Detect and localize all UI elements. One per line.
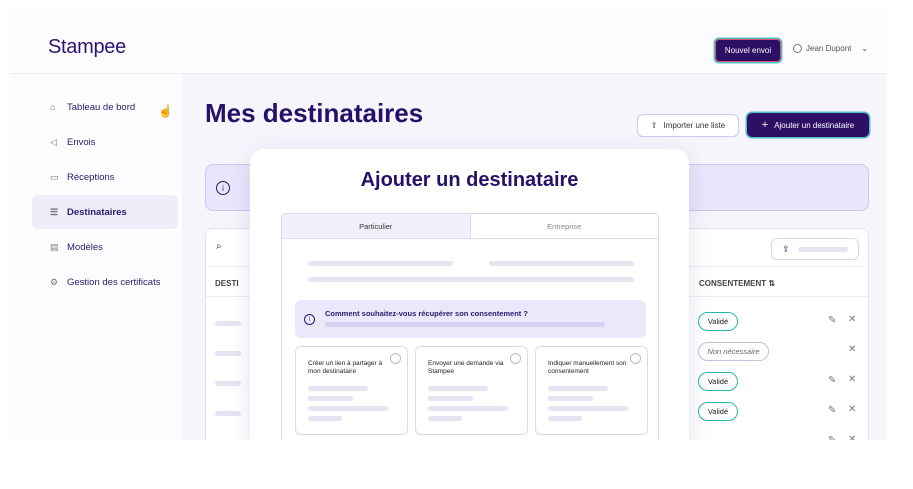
export-placeholder — [797, 246, 848, 252]
new-send-button[interactable]: Nouvel envoi — [715, 39, 781, 62]
sidebar-item-certificates[interactable]: ⚙ Gestion des certificats — [32, 265, 178, 299]
upload-icon: ⇪ — [782, 243, 790, 254]
column-header-consent[interactable]: CONSENTEMENT ⇅ — [699, 279, 775, 288]
info-icon: i — [216, 181, 230, 195]
sidebar-item-label: Destinataires — [67, 206, 127, 218]
list-icon: ☰ — [50, 206, 59, 217]
table-row — [215, 381, 241, 386]
chevron-down-icon: ⌄ — [861, 44, 869, 53]
edit-icon[interactable]: ✎ — [828, 375, 836, 386]
tab-individual[interactable]: Particulier — [282, 214, 471, 238]
option-share-link[interactable]: Créer un lien à partager à mon destinata… — [295, 346, 408, 435]
status-text: - — [698, 435, 701, 440]
close-icon[interactable]: ✕ — [848, 374, 856, 385]
add-recipient-modal: Ajouter un destinataire Particulier Entr… — [250, 149, 689, 440]
sidebar-item-label: Réceptions — [67, 171, 115, 183]
option-request-stampee[interactable]: Envoyer une demande via Stampee — [415, 346, 528, 435]
status-badge: Validé — [698, 402, 738, 421]
column-header-recipient[interactable]: DESTI — [215, 279, 239, 288]
edit-icon[interactable]: ✎ — [828, 435, 836, 440]
tab-company[interactable]: Entreprise — [471, 214, 659, 238]
close-icon[interactable]: ✕ — [848, 404, 856, 415]
radio-button[interactable] — [630, 353, 641, 364]
radio-button[interactable] — [510, 353, 521, 364]
sidebar: ⌂ Tableau de bord ◁ Envois ▭ Réceptions ☰ De… — [10, 74, 182, 440]
option-manual-consent[interactable]: Indiquer manuellement son consentement — [535, 346, 648, 435]
add-label: Ajouter un destinataire — [774, 120, 855, 130]
import-list-button[interactable]: ⇪ Importer une liste — [637, 114, 739, 137]
send-icon: ◁ — [50, 136, 57, 147]
sidebar-item-receptions[interactable]: ▭ Réceptions — [32, 160, 178, 194]
sidebar-item-sends[interactable]: ◁ Envois — [32, 125, 178, 159]
sidebar-item-label: Modèles — [67, 241, 103, 253]
page-title: Mes destinataires — [205, 98, 424, 128]
sidebar-item-templates[interactable]: ▤ Modèles — [32, 230, 178, 264]
top-header: Stampee Nouvel envoi Jean Dupont ⌄ — [10, 10, 886, 74]
close-icon[interactable]: ✕ — [848, 344, 856, 355]
modal-panel: i Comment souhaitez-vous récupérer son c… — [281, 239, 659, 440]
consent-question: i Comment souhaitez-vous récupérer son c… — [295, 300, 646, 338]
logo: Stampee — [48, 36, 126, 58]
user-menu[interactable]: Jean Dupont ⌄ — [793, 44, 868, 53]
hand-cursor-icon: ☝ — [158, 104, 173, 118]
file-icon: ▤ — [50, 241, 59, 252]
option-label: Indiquer manuellement son consentement — [548, 360, 627, 375]
table-row — [215, 411, 241, 416]
modal-tabs: Particulier Entreprise — [281, 213, 659, 239]
search-icon[interactable]: ⌕ — [216, 241, 222, 252]
app-window: Stampee Nouvel envoi Jean Dupont ⌄ ⌂ Tabl… — [10, 10, 886, 440]
sidebar-item-label: Tableau de bord — [67, 101, 136, 113]
add-recipient-button[interactable]: + Ajouter un destinataire — [747, 113, 869, 137]
sidebar-item-dashboard[interactable]: ⌂ Tableau de bord — [32, 90, 178, 124]
upload-icon: ⇪ — [650, 121, 658, 130]
edit-icon[interactable]: ✎ — [828, 315, 836, 326]
status-badge: Validé — [698, 312, 738, 331]
sidebar-item-label: Gestion des certificats — [67, 276, 161, 288]
radio-button[interactable] — [390, 353, 401, 364]
table-row — [215, 351, 241, 356]
export-button[interactable]: ⇪ — [771, 238, 859, 260]
inbox-icon: ▭ — [50, 171, 59, 182]
status-badge: Non nécessaire — [698, 342, 769, 361]
plus-icon: + — [761, 119, 769, 131]
user-icon — [793, 44, 802, 53]
option-label: Créer un lien à partager à mon destinata… — [308, 360, 383, 375]
status-badge: Validé — [698, 372, 738, 391]
close-icon[interactable]: ✕ — [848, 434, 856, 440]
table-row — [215, 321, 241, 326]
sidebar-item-label: Envois — [67, 136, 96, 148]
import-label: Importer une liste — [663, 121, 726, 130]
sidebar-item-recipients[interactable]: ☰ Destinataires — [32, 195, 178, 229]
home-icon: ⌂ — [50, 101, 56, 112]
user-name: Jean Dupont — [806, 44, 852, 53]
sort-icon: ⇅ — [768, 279, 776, 288]
gear-icon: ⚙ — [50, 276, 59, 287]
modal-title: Ajouter un destinataire — [360, 169, 579, 191]
option-label: Envoyer une demande via Stampee — [428, 360, 504, 375]
close-icon[interactable]: ✕ — [848, 314, 856, 325]
edit-icon[interactable]: ✎ — [828, 405, 836, 416]
info-icon: i — [304, 314, 315, 325]
question-text: Comment souhaitez-vous récupérer son con… — [325, 309, 528, 318]
